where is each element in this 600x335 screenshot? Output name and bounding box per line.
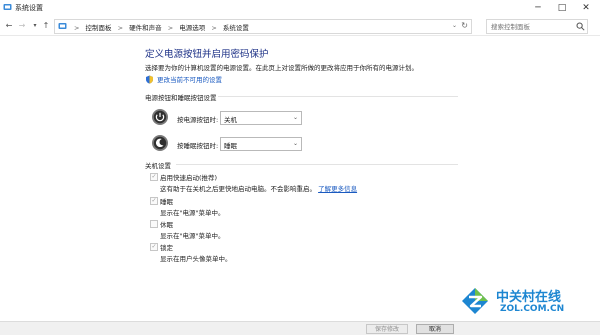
breadcrumb-item-control-panel[interactable]: 控制面板 [86,24,112,32]
page-title: 定义电源按钮并启用密码保护 [145,49,269,60]
search-box[interactable] [486,19,588,34]
hibernate-option-description: 显示在"电源"菜单中。 [160,232,225,240]
maximize-button[interactable]: □ [550,0,574,16]
cancel-button[interactable]: 取消 [416,324,454,334]
power-button-label: 按电源按钮时: [177,116,219,124]
lock-option-label: 锁定 [160,244,173,252]
sleep-button-action-value: 睡眠 [224,142,237,150]
section-divider [218,96,458,97]
lock-option-description: 显示在用户头像菜单中。 [160,255,232,263]
fast-startup-description: 这有助于在关机之后更快地启动电脑。不会影响重启。 了解更多信息 [160,183,357,193]
breadcrumb-item-system-settings[interactable]: 系统设置 [223,24,249,32]
breadcrumb-item-power-options[interactable]: 电源选项 [179,24,205,32]
minimize-button[interactable]: ─ [526,0,550,16]
sleep-button-icon [152,135,168,151]
sleep-option-description: 显示在"电源"菜单中。 [160,209,225,217]
shutdown-settings-heading: 关机设置 [145,162,171,170]
sleep-option-label: 睡眠 [160,198,173,206]
refresh-icon[interactable]: ↻ [461,21,468,30]
breadcrumb-separator: > [117,24,124,32]
breadcrumb-separator: > [211,24,217,32]
breadcrumb-separator: > [74,24,80,32]
fast-startup-checkbox[interactable]: ✓ [150,173,158,181]
up-button[interactable]: ↑ [41,20,51,32]
chevron-down-icon: ⌄ [292,114,298,121]
fast-startup-label: 启用快速启动(推荐) [160,174,218,182]
footer-bar: 保存修改 取消 [0,321,600,335]
close-button[interactable]: ✕ [574,0,598,16]
power-buttons-section-heading: 电源按钮和睡眠按钮设置 [145,94,217,102]
watermark-domain: ZOL.COM.CN [500,304,565,314]
hibernate-option-label: 休眠 [160,221,173,229]
address-bar[interactable]: > 控制面板 > 硬件和声音 > 电源选项 > 系统设置 ⌄ ↻ [54,19,472,34]
learn-more-link[interactable]: 了解更多信息 [318,185,357,193]
navigation-bar: ← → ▾ ↑ > 控制面板 > 硬件和声音 > 电源选项 > 系统设置 ⌄ ↻ [0,17,600,36]
recent-locations-button[interactable]: ▾ [30,20,40,32]
back-button[interactable]: ← [4,20,14,32]
search-input[interactable] [487,20,577,33]
title-bar: 系统设置 ─ □ ✕ [0,0,600,18]
hibernate-checkbox[interactable] [150,220,158,228]
change-link-label[interactable]: 更改当前不可用的设置 [157,76,222,84]
power-button-action-select[interactable]: 关机 ⌄ [220,111,302,125]
watermark-name: 中关村在线 [496,290,562,305]
page-description: 选择要为你的计算机设置的电源设置。在此页上对设置所做的更改将应用于你所有的电源计… [145,64,418,72]
sleep-button-action-select[interactable]: 睡眠 ⌄ [220,137,302,151]
change-unavailable-settings-link[interactable]: 更改当前不可用的设置 [145,74,222,84]
address-dropdown-icon[interactable]: ⌄ [452,22,457,29]
watermark: 中关村在线 ZOL.COM.CN [460,286,590,320]
section-divider [176,164,458,165]
power-button-action-value: 关机 [224,116,237,124]
window-title: 系统设置 [15,4,43,12]
breadcrumb-item-hardware-sound[interactable]: 硬件和声音 [129,24,162,32]
search-icon[interactable] [576,22,585,31]
lock-checkbox[interactable]: ✓ [150,243,158,251]
power-button-icon [152,109,168,125]
save-changes-button[interactable]: 保存修改 [366,324,408,334]
sleep-button-label: 按睡眠按钮时: [177,142,219,150]
control-panel-icon [3,4,12,10]
control-panel-icon [58,23,67,29]
breadcrumb: > 控制面板 > 硬件和声音 > 电源选项 > 系统设置 [70,22,249,32]
zol-logo-icon [462,288,488,314]
fast-startup-desc-text: 这有助于在关机之后更快地启动电脑。不会影响重启。 [160,185,316,193]
forward-button[interactable]: → [17,20,27,32]
chevron-down-icon: ⌄ [292,140,298,147]
sleep-checkbox[interactable]: ✓ [150,197,158,205]
breadcrumb-separator: > [167,24,174,32]
shield-icon [146,75,153,84]
main-content: 定义电源按钮并启用密码保护 选择要为你的计算机设置的电源设置。在此页上对设置所做… [0,36,600,321]
